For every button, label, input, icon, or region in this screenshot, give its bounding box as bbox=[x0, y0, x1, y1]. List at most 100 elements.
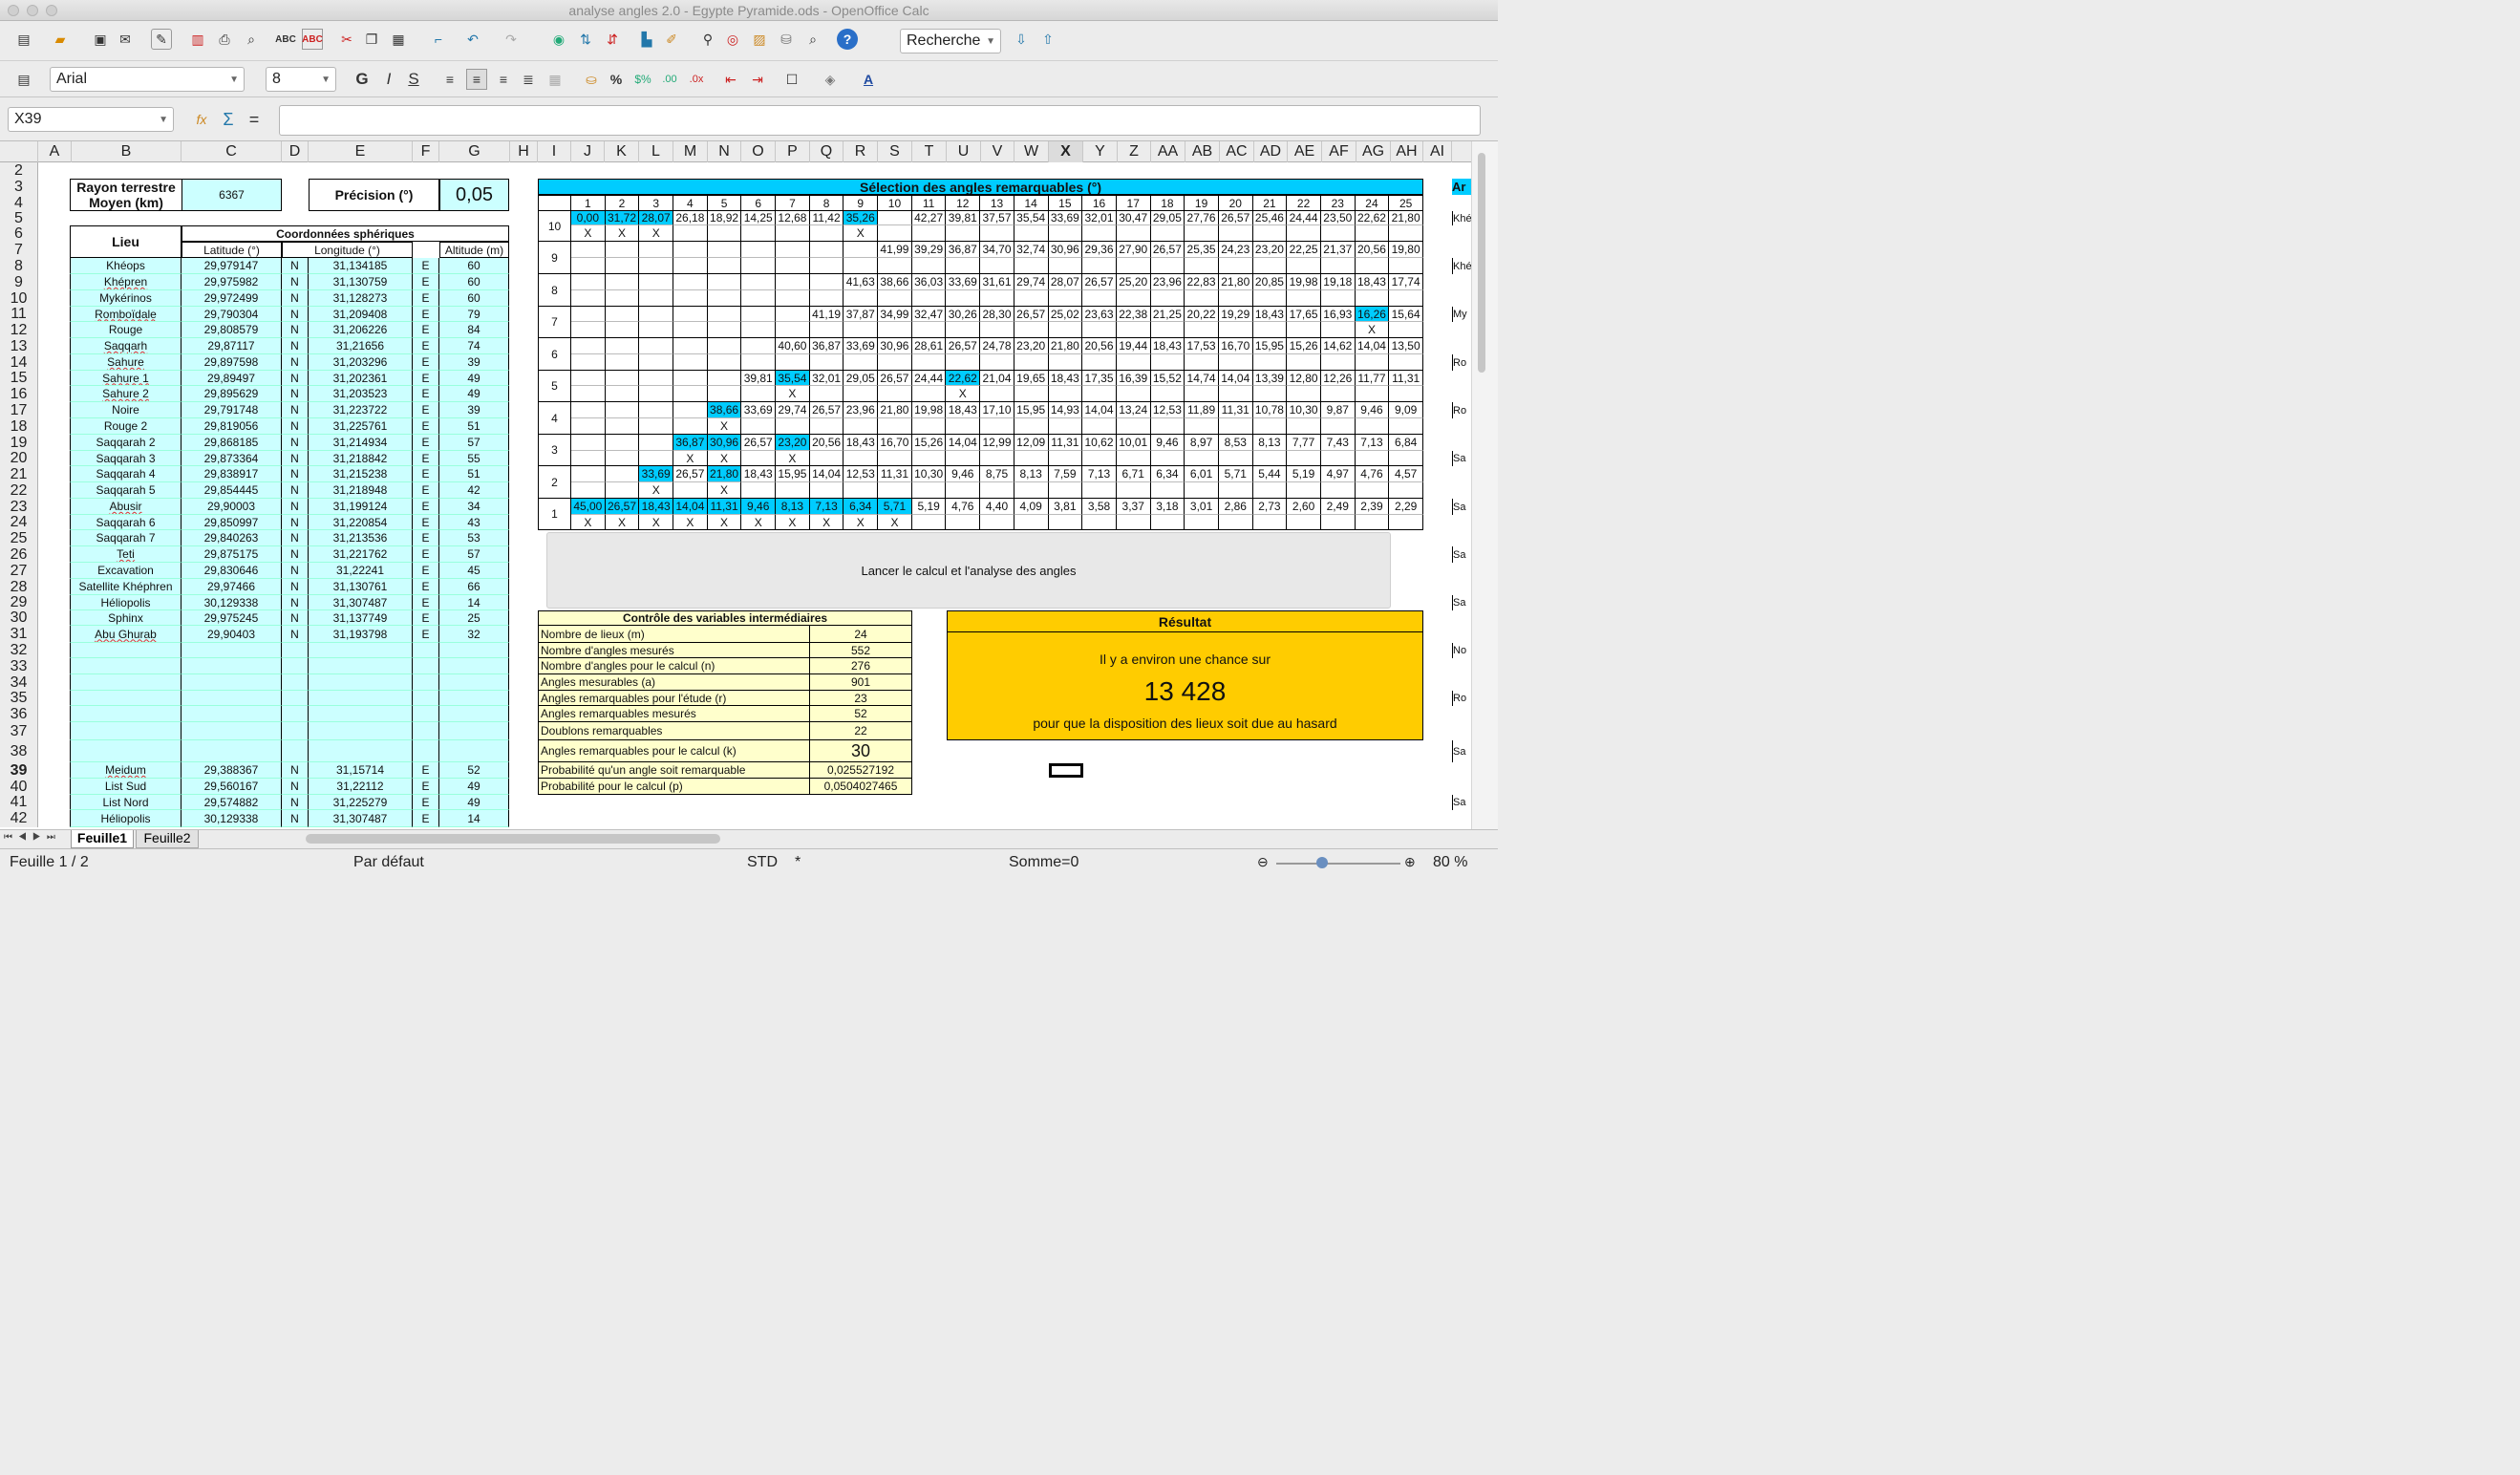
angle-mark-cell[interactable] bbox=[1355, 386, 1390, 402]
angle-mark-cell[interactable] bbox=[1082, 258, 1117, 274]
location-cell[interactable]: 29,854445 bbox=[182, 482, 282, 499]
angle-mark-cell[interactable] bbox=[605, 258, 640, 274]
location-cell[interactable]: 29,873364 bbox=[182, 451, 282, 466]
angle-value-cell[interactable]: 19,29 bbox=[1218, 307, 1253, 322]
angle-value-cell[interactable] bbox=[605, 402, 640, 418]
data-sources-icon[interactable]: ⛁ bbox=[776, 29, 797, 50]
angle-value-cell[interactable]: 4,40 bbox=[980, 499, 1014, 515]
angle-value-cell[interactable]: 6,34 bbox=[1150, 466, 1185, 482]
angle-mark-cell[interactable] bbox=[1150, 258, 1185, 274]
location-cell[interactable]: 57 bbox=[439, 546, 509, 563]
angle-value-cell[interactable]: 8,13 bbox=[776, 499, 810, 515]
angle-value-cell[interactable] bbox=[809, 274, 844, 290]
angle-value-cell[interactable]: 21,80 bbox=[878, 402, 912, 418]
angle-value-cell[interactable]: 36,03 bbox=[911, 274, 947, 290]
angle-value-cell[interactable]: 32,01 bbox=[809, 371, 844, 386]
location-cell[interactable]: 51 bbox=[439, 418, 509, 435]
angle-value-cell[interactable]: 39,29 bbox=[911, 242, 947, 258]
angle-mark-cell[interactable]: X bbox=[809, 515, 844, 530]
angle-mark-cell[interactable] bbox=[1218, 258, 1253, 274]
location-cell[interactable]: E bbox=[413, 546, 439, 563]
location-name[interactable]: Saqqarh bbox=[70, 338, 182, 354]
angle-value-cell[interactable]: 17,35 bbox=[1082, 371, 1117, 386]
vertical-scrollbar[interactable] bbox=[1471, 141, 1498, 829]
angle-mark-cell[interactable] bbox=[809, 322, 844, 338]
angle-mark-cell[interactable] bbox=[1287, 451, 1321, 466]
row-header[interactable]: 2 bbox=[0, 162, 38, 179]
angle-value-cell[interactable] bbox=[639, 307, 674, 322]
row-header[interactable]: 23 bbox=[0, 499, 38, 515]
styles-icon[interactable]: ▤ bbox=[13, 69, 34, 90]
location-cell[interactable]: 31,221762 bbox=[309, 546, 413, 563]
location-cell[interactable]: 29,838917 bbox=[182, 466, 282, 482]
location-name[interactable]: Teti bbox=[70, 546, 182, 563]
angle-value-cell[interactable]: 14,04 bbox=[1355, 338, 1390, 354]
angle-mark-cell[interactable] bbox=[1389, 482, 1423, 499]
angle-mark-cell[interactable] bbox=[1287, 258, 1321, 274]
angle-mark-cell[interactable] bbox=[707, 322, 742, 338]
row-header[interactable]: 6 bbox=[0, 225, 38, 242]
location-cell[interactable]: 31,203296 bbox=[309, 354, 413, 371]
angle-mark-cell[interactable] bbox=[571, 451, 606, 466]
location-cell[interactable]: E bbox=[413, 563, 439, 579]
location-cell[interactable]: 49 bbox=[439, 371, 509, 386]
empty-location-cell[interactable] bbox=[70, 643, 182, 658]
angle-mark-cell[interactable] bbox=[911, 290, 947, 307]
angle-mark-cell[interactable] bbox=[741, 451, 777, 466]
angle-value-cell[interactable] bbox=[571, 307, 606, 322]
angle-value-cell[interactable]: 15,95 bbox=[1252, 338, 1288, 354]
angle-mark-cell[interactable] bbox=[946, 290, 981, 307]
location-cell[interactable]: E bbox=[413, 451, 439, 466]
angle-value-cell[interactable]: 26,57 bbox=[878, 371, 912, 386]
underline-icon[interactable]: S bbox=[403, 69, 424, 90]
angle-value-cell[interactable]: 40,60 bbox=[776, 338, 810, 354]
angle-mark-cell[interactable] bbox=[878, 354, 912, 371]
angle-mark-cell[interactable]: X bbox=[639, 515, 674, 530]
location-cell[interactable]: E bbox=[413, 626, 439, 643]
location-name[interactable]: Saqqarah 3 bbox=[70, 451, 182, 466]
location-name[interactable]: Romboïdale bbox=[70, 307, 182, 322]
row-header[interactable]: 30 bbox=[0, 609, 38, 626]
angle-mark-cell[interactable] bbox=[878, 418, 912, 435]
angle-mark-cell[interactable] bbox=[1082, 386, 1117, 402]
angle-mark-cell[interactable] bbox=[1014, 482, 1049, 499]
angle-mark-cell[interactable] bbox=[809, 386, 844, 402]
angle-mark-cell[interactable] bbox=[571, 482, 606, 499]
location-name[interactable]: Rouge bbox=[70, 322, 182, 338]
angle-mark-cell[interactable] bbox=[1389, 225, 1423, 242]
angle-value-cell[interactable] bbox=[707, 307, 742, 322]
angle-mark-cell[interactable]: X bbox=[844, 225, 879, 242]
angle-value-cell[interactable]: 15,26 bbox=[1287, 338, 1321, 354]
location-cell[interactable]: 14 bbox=[439, 595, 509, 610]
angle-mark-cell[interactable] bbox=[571, 354, 606, 371]
row-header[interactable]: 32 bbox=[0, 642, 38, 658]
empty-location-cell[interactable] bbox=[309, 674, 413, 691]
angle-value-cell[interactable]: 2,39 bbox=[1355, 499, 1390, 515]
angle-mark-cell[interactable] bbox=[1218, 354, 1253, 371]
angle-mark-cell[interactable] bbox=[1150, 322, 1185, 338]
angle-value-cell[interactable]: 7,43 bbox=[1320, 435, 1356, 451]
cut-icon[interactable]: ✂ bbox=[336, 29, 357, 50]
empty-location-cell[interactable] bbox=[439, 643, 509, 658]
align-left-icon[interactable]: ≡ bbox=[439, 69, 460, 90]
row-header[interactable]: 40 bbox=[0, 779, 38, 795]
rayon-value[interactable]: 6367 bbox=[182, 179, 282, 211]
column-header[interactable]: AF bbox=[1322, 141, 1356, 162]
angle-value-cell[interactable]: 7,13 bbox=[1355, 435, 1390, 451]
angle-mark-cell[interactable] bbox=[1355, 482, 1390, 499]
angle-value-cell[interactable]: 12,26 bbox=[1320, 371, 1356, 386]
angle-value-cell[interactable] bbox=[673, 274, 708, 290]
row-header[interactable]: 38 bbox=[0, 740, 38, 762]
angle-mark-cell[interactable] bbox=[639, 354, 674, 371]
location-cell[interactable]: E bbox=[413, 435, 439, 451]
location-cell[interactable]: 31,22112 bbox=[309, 779, 413, 795]
angle-mark-cell[interactable] bbox=[776, 482, 810, 499]
angle-mark-cell[interactable] bbox=[980, 354, 1014, 371]
angle-value-cell[interactable] bbox=[809, 242, 844, 258]
angle-mark-cell[interactable] bbox=[911, 482, 947, 499]
angle-value-cell[interactable]: 24,44 bbox=[1287, 211, 1321, 225]
angle-mark-cell[interactable] bbox=[741, 258, 777, 274]
empty-location-cell[interactable] bbox=[282, 691, 309, 706]
location-cell[interactable]: 25 bbox=[439, 610, 509, 626]
angle-mark-cell[interactable] bbox=[1355, 354, 1390, 371]
